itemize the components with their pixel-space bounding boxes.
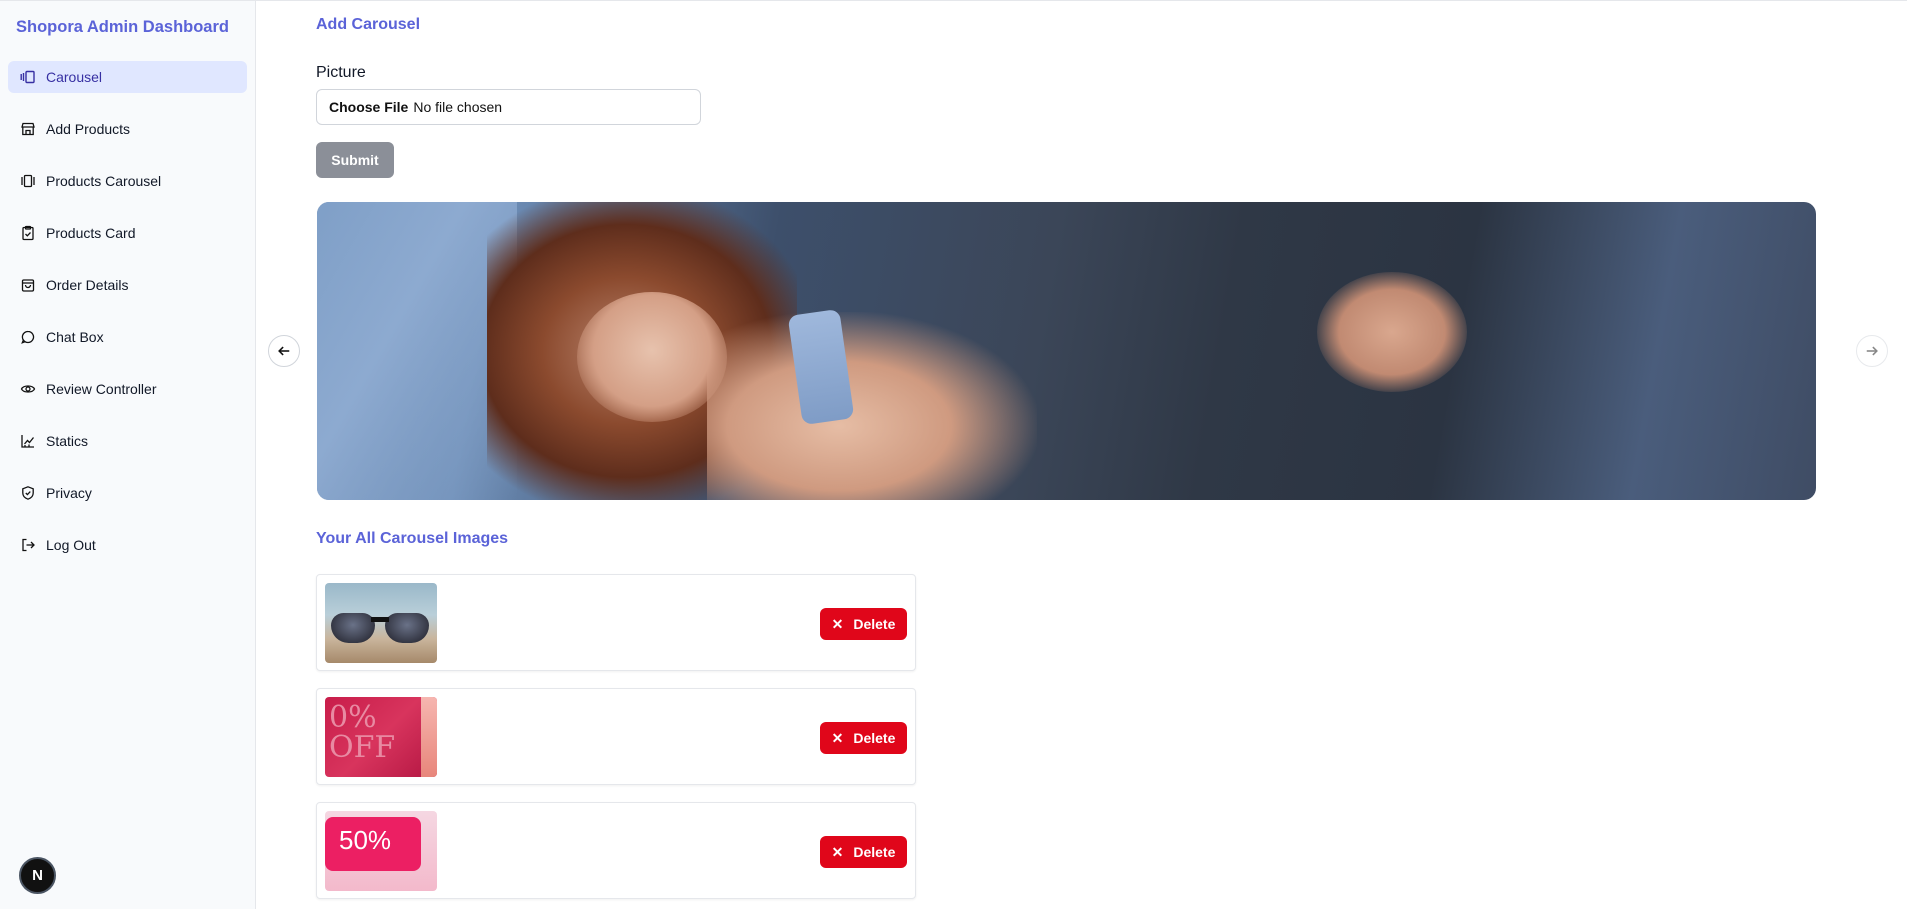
sidebar-item-label: Carousel <box>46 69 103 85</box>
carousel-image <box>317 202 1816 500</box>
sidebar-item-chat-box[interactable]: Chat Box <box>8 321 247 353</box>
sidebar-item-review-controller[interactable]: Review Controller <box>8 373 247 405</box>
sidebar-item-label: Products Carousel <box>46 173 162 189</box>
shield-icon <box>20 485 36 501</box>
sidebar-item-products-card[interactable]: Products Card <box>8 217 247 249</box>
carousel-thumbnail: 50% <box>325 811 437 891</box>
close-icon: ✕ <box>831 729 844 746</box>
close-icon: ✕ <box>831 615 844 632</box>
sidebar-item-label: Statics <box>46 433 89 449</box>
sunglasses-lens <box>331 613 375 643</box>
delete-button[interactable]: ✕ Delete <box>820 608 907 640</box>
sidebar-item-statics[interactable]: Statics <box>8 425 247 457</box>
delete-label: Delete <box>853 844 896 860</box>
sunglasses-bridge <box>371 617 389 622</box>
sidebar-item-label: Add Products <box>46 121 131 137</box>
sidebar-item-add-products[interactable]: Add Products <box>8 113 247 145</box>
sunglasses-lens <box>385 613 429 643</box>
carousel-prev-button[interactable] <box>268 335 300 367</box>
carousel-image-card: ✕ Delete <box>316 574 916 671</box>
close-icon: ✕ <box>831 843 844 860</box>
sidebar-item-label: Log Out <box>46 537 96 553</box>
sidebar-item-products-carousel[interactable]: Products Carousel <box>8 165 247 197</box>
chat-icon <box>20 329 36 345</box>
carousel-next-button[interactable] <box>1856 335 1888 367</box>
gallery-icon <box>20 173 36 189</box>
delete-label: Delete <box>853 730 896 746</box>
sidebar-item-label: Products Card <box>46 225 136 241</box>
brand-title: Shopora Admin Dashboard <box>16 18 229 36</box>
arrow-right-icon <box>1866 346 1878 356</box>
clipboard-icon <box>20 225 36 241</box>
delete-button[interactable]: ✕ Delete <box>820 836 907 868</box>
arrow-left-icon <box>278 346 290 356</box>
sidebar-item-order-details[interactable]: Order Details <box>8 269 247 301</box>
logout-icon <box>20 537 36 553</box>
carousel-image-card: 50% ✕ Delete <box>316 802 916 899</box>
sidebar: Shopora Admin Dashboard Carousel Add Pro… <box>0 1 256 909</box>
sidebar-item-label: Chat Box <box>46 329 104 345</box>
picture-label: Picture <box>316 64 366 81</box>
sidebar-item-carousel[interactable]: Carousel <box>8 61 247 93</box>
delete-button[interactable]: ✕ Delete <box>820 722 907 754</box>
store-icon <box>20 121 36 137</box>
sidebar-item-label: Privacy <box>46 485 92 501</box>
eye-icon <box>20 381 36 397</box>
page-title: Add Carousel <box>316 16 421 33</box>
carousel-icon <box>20 69 36 85</box>
file-status: No file chosen <box>413 99 503 115</box>
carousel-photo-skin <box>707 312 1037 500</box>
submit-button[interactable]: Submit <box>316 142 394 178</box>
dev-badge[interactable]: N <box>19 857 56 894</box>
gallery-title: Your All Carousel Images <box>316 530 509 547</box>
sidebar-item-privacy[interactable]: Privacy <box>8 477 247 509</box>
file-input[interactable]: Choose File No file chosen <box>316 89 701 125</box>
thumbnail-text: 50% <box>339 825 392 855</box>
delete-label: Delete <box>853 616 896 632</box>
sidebar-item-label: Review Controller <box>46 381 157 397</box>
main-content: Add Carousel Picture Choose File No file… <box>256 1 1907 909</box>
shopping-bag-icon <box>20 277 36 293</box>
chart-icon <box>20 433 36 449</box>
app: Shopora Admin Dashboard Carousel Add Pro… <box>0 0 1907 909</box>
sidebar-item-log-out[interactable]: Log Out <box>8 529 247 561</box>
thumbnail-strip <box>421 697 437 777</box>
carousel-thumbnail: 0% OFF <box>325 697 437 777</box>
carousel-photo-hand <box>1317 272 1467 392</box>
choose-file-button[interactable]: Choose File <box>329 99 408 115</box>
sidebar-item-label: Order Details <box>46 277 129 293</box>
carousel-image-card: 0% OFF ✕ Delete <box>316 688 916 785</box>
carousel-photo-face <box>577 292 727 422</box>
carousel-thumbnail <box>325 583 437 663</box>
